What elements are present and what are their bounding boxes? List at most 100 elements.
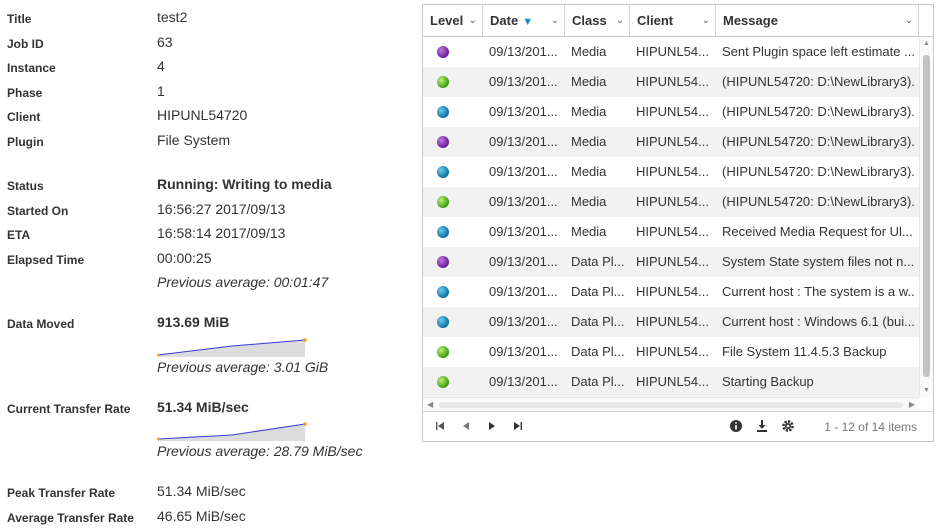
transfer-rate-sparkline-end <box>303 422 307 426</box>
table-row[interactable]: 09/13/201... Data Pl... HIPUNL54... Current… <box>423 277 919 307</box>
level-purple-icon <box>437 256 449 268</box>
cell-date: 09/13/201... <box>489 194 558 209</box>
cell-client: HIPUNL54... <box>636 284 709 299</box>
job-details-panel: Title test2 Job ID 63 Instance 4 Phase 1… <box>0 0 420 532</box>
cell-message: (HIPUNL54720: D:\NewLibrary3)... <box>722 194 914 209</box>
table-row[interactable]: 09/13/201... Media HIPUNL54... (HIPUNL54720… <box>423 67 919 97</box>
pager-info: 1 - 12 of 14 items <box>824 420 917 434</box>
data-moved-previous-average: Previous average: 3.01 GiB <box>157 359 329 375</box>
cell-message: File System 11.4.5.3 Backup <box>722 344 887 359</box>
cell-class: Media <box>571 44 607 59</box>
table-row[interactable]: 09/13/201... Media HIPUNL54... Sent Plugin … <box>423 37 919 67</box>
job-log-grid: Level ⌄ Date ▼ ⌄ Class ⌄ Client ⌄ Message… <box>422 4 934 442</box>
chevron-down-icon[interactable]: ⌄ <box>702 5 710 36</box>
horizontal-scrollbar[interactable]: ◀ ▶ <box>423 397 919 411</box>
transfer-rate-previous-average: Previous average: 28.79 MiB/sec <box>157 443 363 459</box>
last-page-icon[interactable] <box>511 419 525 433</box>
column-header-date[interactable]: Date ▼ ⌄ <box>483 5 565 36</box>
prev-page-icon[interactable] <box>459 419 473 433</box>
cell-client: HIPUNL54... <box>636 224 709 239</box>
cell-client: HIPUNL54... <box>636 104 709 119</box>
table-row[interactable]: 09/13/201... Data Pl... HIPUNL54... System … <box>423 247 919 277</box>
grid-body: 09/13/201... Media HIPUNL54... Sent Plugin … <box>423 37 919 397</box>
transfer-rate-sparkline <box>157 422 307 441</box>
level-blue-icon <box>437 286 449 298</box>
column-header-class-label: Class <box>572 13 607 28</box>
cell-client: HIPUNL54... <box>636 134 709 149</box>
eta-value: 16:58:14 2017/09/13 <box>157 225 286 241</box>
cell-client: HIPUNL54... <box>636 254 709 269</box>
cell-message: Received Media Request for Ul... <box>722 224 913 239</box>
cell-message: Starting Backup <box>722 374 814 389</box>
cell-message: (HIPUNL54720: D:\NewLibrary3)... <box>722 164 914 179</box>
plugin-label: Plugin <box>7 135 44 149</box>
info-icon[interactable] <box>729 419 743 433</box>
cell-date: 09/13/201... <box>489 134 558 149</box>
elapsed-value: 00:00:25 <box>157 250 212 266</box>
cell-date: 09/13/201... <box>489 374 558 389</box>
column-header-class[interactable]: Class ⌄ <box>565 5 630 36</box>
cell-client: HIPUNL54... <box>636 194 709 209</box>
chevron-down-icon[interactable]: ⌄ <box>616 5 624 36</box>
table-row[interactable]: 09/13/201... Media HIPUNL54... Received Med… <box>423 217 919 247</box>
cell-date: 09/13/201... <box>489 344 558 359</box>
grid-pager: 1 - 12 of 14 items <box>423 411 933 441</box>
cell-client: HIPUNL54... <box>636 164 709 179</box>
status-label: Status <box>7 179 44 193</box>
horizontal-scroll-thumb[interactable] <box>439 402 903 408</box>
cell-class: Media <box>571 134 607 149</box>
cell-date: 09/13/201... <box>489 164 558 179</box>
cell-class: Data Pl... <box>571 254 625 269</box>
table-row[interactable]: 09/13/201... Data Pl... HIPUNL54... File Sy… <box>423 337 919 367</box>
next-page-icon[interactable] <box>485 419 499 433</box>
cell-date: 09/13/201... <box>489 74 558 89</box>
sort-descending-icon: ▼ <box>522 16 534 28</box>
cell-class: Data Pl... <box>571 314 625 329</box>
chevron-down-icon[interactable]: ⌄ <box>551 5 559 36</box>
cell-class: Media <box>571 104 607 119</box>
peak-rate-label: Peak Transfer Rate <box>7 486 116 500</box>
column-header-message[interactable]: Message ⌄ <box>716 5 919 36</box>
column-header-level[interactable]: Level ⌄ <box>423 5 483 36</box>
scroll-down-icon[interactable]: ▼ <box>923 387 930 394</box>
scroll-left-icon[interactable]: ◀ <box>427 400 433 409</box>
cell-class: Data Pl... <box>571 344 625 359</box>
table-row[interactable]: 09/13/201... Data Pl... HIPUNL54... Startin… <box>423 367 919 397</box>
plugin-value: File System <box>157 132 231 148</box>
transfer-rate-sparkline-start <box>157 437 160 441</box>
table-row[interactable]: 09/13/201... Media HIPUNL54... (HIPUNL54720… <box>423 127 919 157</box>
average-rate-value: 46.65 MiB/sec <box>157 508 246 524</box>
chevron-down-icon[interactable]: ⌄ <box>905 5 913 36</box>
vertical-scroll-thumb[interactable] <box>923 55 930 377</box>
table-row[interactable]: 09/13/201... Media HIPUNL54... (HIPUNL54720… <box>423 97 919 127</box>
settings-icon[interactable] <box>781 419 795 433</box>
table-row[interactable]: 09/13/201... Media HIPUNL54... (HIPUNL54720… <box>423 187 919 217</box>
scroll-right-icon[interactable]: ▶ <box>909 400 915 409</box>
table-row[interactable]: 09/13/201... Media HIPUNL54... (HIPUNL54720… <box>423 157 919 187</box>
cell-message: Sent Plugin space left estimate ... <box>722 44 914 59</box>
cell-message: (HIPUNL54720: D:\NewLibrary3)... <box>722 104 914 119</box>
scroll-up-icon[interactable]: ▲ <box>923 40 930 47</box>
column-header-client[interactable]: Client ⌄ <box>630 5 716 36</box>
data-moved-label: Data Moved <box>7 317 75 331</box>
level-blue-icon <box>437 226 449 238</box>
elapsed-label: Elapsed Time <box>7 253 85 267</box>
level-blue-icon <box>437 316 449 328</box>
elapsed-previous-average: Previous average: 00:01:47 <box>157 274 329 290</box>
level-purple-icon <box>437 136 449 148</box>
vertical-scrollbar[interactable]: ▲ ▼ <box>919 37 933 397</box>
chevron-down-icon[interactable]: ⌄ <box>469 5 477 36</box>
data-moved-sparkline <box>157 338 307 357</box>
eta-label: ETA <box>7 228 31 242</box>
cell-class: Media <box>571 74 607 89</box>
first-page-icon[interactable] <box>433 419 447 433</box>
cell-client: HIPUNL54... <box>636 344 709 359</box>
cell-date: 09/13/201... <box>489 314 558 329</box>
title-value: test2 <box>157 9 188 25</box>
level-green-icon <box>437 76 449 88</box>
level-green-icon <box>437 346 449 358</box>
table-row[interactable]: 09/13/201... Data Pl... HIPUNL54... Current… <box>423 307 919 337</box>
cell-class: Data Pl... <box>571 374 625 389</box>
cell-message: (HIPUNL54720: D:\NewLibrary3)... <box>722 74 914 89</box>
download-icon[interactable] <box>755 419 769 433</box>
